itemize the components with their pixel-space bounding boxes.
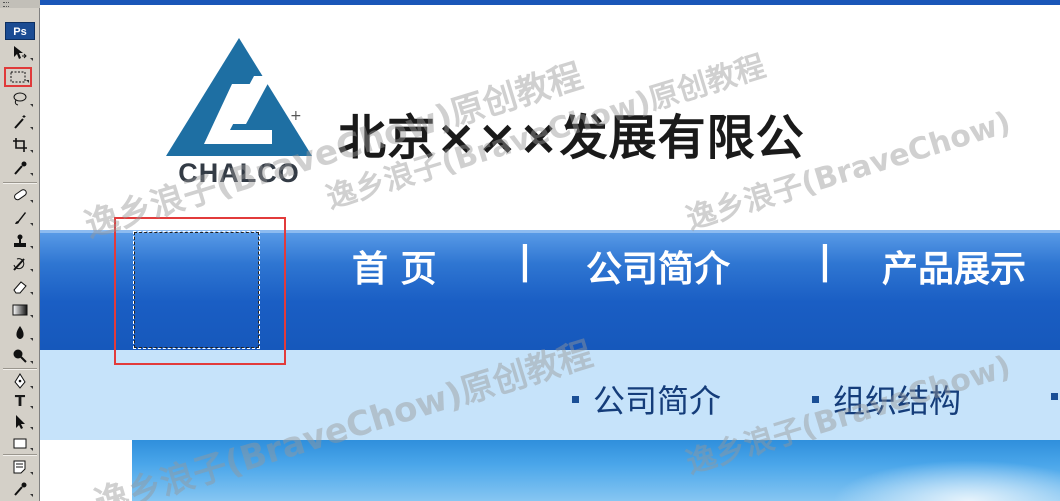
magic-wand-tool-icon[interactable] <box>6 113 34 132</box>
subnav-item-org-structure[interactable]: 组织结构 <box>812 376 961 422</box>
note-icon[interactable] <box>6 458 34 477</box>
bullet-icon <box>1051 393 1058 400</box>
eyedropper-tool-icon[interactable] <box>6 159 34 178</box>
ps-logo: Ps <box>5 22 35 40</box>
cursor-crosshair-icon: + <box>290 108 302 124</box>
lasso-tool-icon[interactable] <box>6 90 34 109</box>
stamp-icon[interactable] <box>6 232 34 251</box>
subnav-item-company-intro[interactable]: 公司简介 <box>572 376 721 422</box>
arrow-icon[interactable] <box>6 413 34 432</box>
eraser-icon[interactable] <box>6 278 34 297</box>
logo-text: CHALCO <box>178 158 300 188</box>
dodge-icon[interactable] <box>6 347 34 366</box>
brush-icon[interactable] <box>6 209 34 228</box>
bandage-icon[interactable] <box>6 186 34 205</box>
move-tool-icon[interactable] <box>6 44 34 63</box>
drop-icon[interactable] <box>6 324 34 343</box>
nav-separator: | <box>818 238 832 282</box>
history-brush-icon[interactable] <box>6 255 34 274</box>
nav-home[interactable]: 首 页 <box>352 240 437 292</box>
company-title: 北京×××发展有限公 <box>338 110 805 166</box>
nav-company-intro[interactable]: 公司简介 <box>586 240 730 292</box>
chalco-logo-icon <box>166 38 312 156</box>
toolbar-divider <box>3 368 37 370</box>
panel-grip[interactable] <box>0 0 40 8</box>
banner-cloud <box>832 460 1060 501</box>
canvas-top-border <box>40 0 1060 5</box>
rectangular-marquee-tool-icon[interactable] <box>4 67 32 87</box>
bullet-icon <box>572 395 579 403</box>
nav-separator: | <box>518 238 532 282</box>
type-icon[interactable]: T <box>6 392 34 411</box>
banner-image <box>132 440 1060 501</box>
annotation-highlight-box <box>114 217 286 365</box>
eyedropper-icon[interactable] <box>6 480 34 499</box>
nav-products[interactable]: 产品展示 <box>882 240 1026 292</box>
pen-icon[interactable] <box>6 372 34 391</box>
gradient-icon[interactable] <box>6 301 34 320</box>
tools-panel: Ps T <box>0 0 40 501</box>
subnav-label: 公司简介 <box>593 382 722 420</box>
document-canvas[interactable]: CHALCO 北京×××发展有限公 + 首 页 | 公司简介 | 产品展示 公司… <box>40 0 1060 501</box>
bullet-icon <box>812 395 819 403</box>
subnav-label: 组织结构 <box>833 382 962 420</box>
toolbar-divider <box>3 454 37 456</box>
crop-tool-icon[interactable] <box>6 136 34 155</box>
toolbar-divider <box>3 182 37 184</box>
rectangle-icon[interactable] <box>6 434 34 453</box>
